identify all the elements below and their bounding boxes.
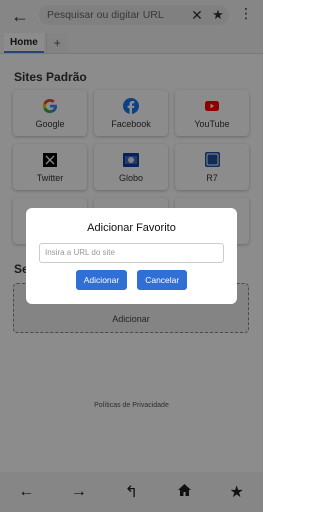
url-input[interactable] — [39, 242, 224, 263]
cancel-button[interactable]: Cancelar — [137, 269, 188, 290]
dialog-buttons: Adicionar Cancelar — [39, 269, 224, 290]
add-favorite-dialog: Adicionar Favorito Adicionar Cancelar — [26, 208, 237, 304]
add-button[interactable]: Adicionar — [75, 269, 128, 290]
dialog-title: Adicionar Favorito — [87, 222, 176, 234]
